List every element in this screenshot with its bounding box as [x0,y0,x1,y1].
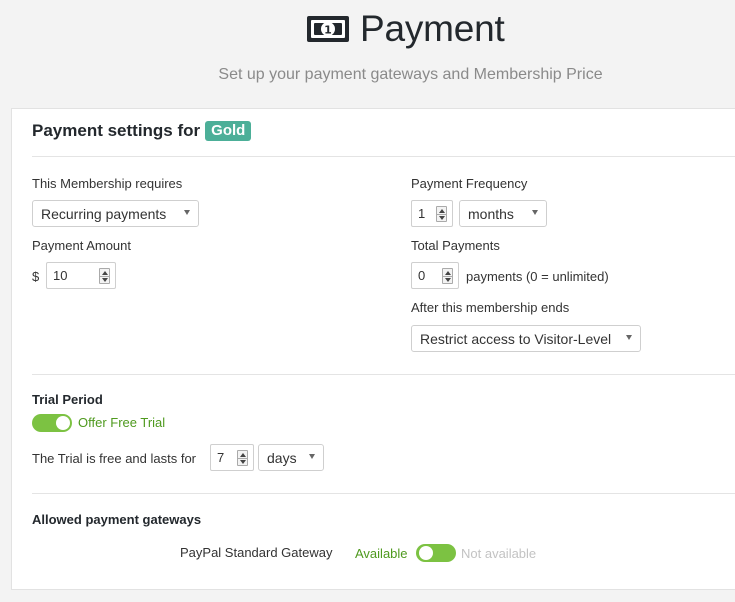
frequency-unit-value: months [468,205,514,222]
requires-label: This Membership requires [32,176,183,191]
total-payments-input[interactable]: 0 [411,262,459,289]
gateway-available-label[interactable]: Available [355,546,408,561]
payment-settings-card: Payment settings for Gold This Membershi… [11,108,735,590]
membership-badge: Gold [205,121,252,141]
total-payments-hint: payments (0 = unlimited) [466,269,609,284]
after-end-value: Restrict access to Visitor-Level [420,330,612,347]
amount-input[interactable]: 10 [46,262,116,289]
page-title: Payment [360,8,505,49]
gateway-toggle[interactable] [416,544,456,562]
spinner-icon[interactable] [436,206,447,222]
currency-symbol: $ [32,269,40,284]
spinner-icon[interactable] [237,450,248,466]
divider [32,493,735,494]
frequency-input[interactable]: 1 [411,200,453,227]
spinner-icon[interactable] [99,268,110,284]
requires-select[interactable]: Recurring payments [32,200,199,227]
after-end-select[interactable]: Restrict access to Visitor-Level [411,325,641,352]
total-payments-label: Total Payments [411,238,500,253]
divider [32,374,735,375]
trial-heading: Trial Period [32,392,103,407]
chevron-down-icon [626,335,632,340]
trial-duration-value: 7 [217,450,225,465]
frequency-unit-select[interactable]: months [459,200,547,227]
title-row: 1 Payment [306,8,505,50]
toggle-knob [419,546,433,560]
chevron-down-icon [309,454,315,459]
total-payments-value: 0 [418,268,426,283]
gateway-unavailable-label[interactable]: Not available [461,546,536,561]
after-end-label: After this membership ends [411,300,570,315]
gateway-name: PayPal Standard Gateway [180,545,333,560]
page-subtitle: Set up your payment gateways and Members… [218,66,603,83]
svg-text:1: 1 [324,24,332,37]
frequency-input-value: 1 [418,206,426,221]
trial-duration-input[interactable]: 7 [210,444,254,471]
requires-select-value: Recurring payments [41,205,167,222]
chevron-down-icon [532,210,538,215]
card-title: Payment settings for Gold [32,121,252,141]
trial-toggle[interactable] [32,414,72,432]
divider [32,156,735,157]
money-bill-icon: 1 [307,16,349,42]
amount-label: Payment Amount [32,238,131,253]
trial-unit-select[interactable]: days [258,444,324,471]
amount-input-value: 10 [53,268,68,283]
toggle-knob [56,416,70,430]
trial-duration-label: The Trial is free and lasts for [32,451,197,466]
trial-toggle-label[interactable]: Offer Free Trial [78,415,165,430]
page-header: 1 Payment Set up your payment gateways a… [0,0,735,108]
frequency-label: Payment Frequency [411,176,528,191]
trial-unit-value: days [267,449,297,466]
chevron-down-icon [184,210,190,215]
gateways-heading: Allowed payment gateways [32,512,202,527]
spinner-icon[interactable] [442,268,453,284]
card-title-text: Payment settings for [32,121,201,140]
